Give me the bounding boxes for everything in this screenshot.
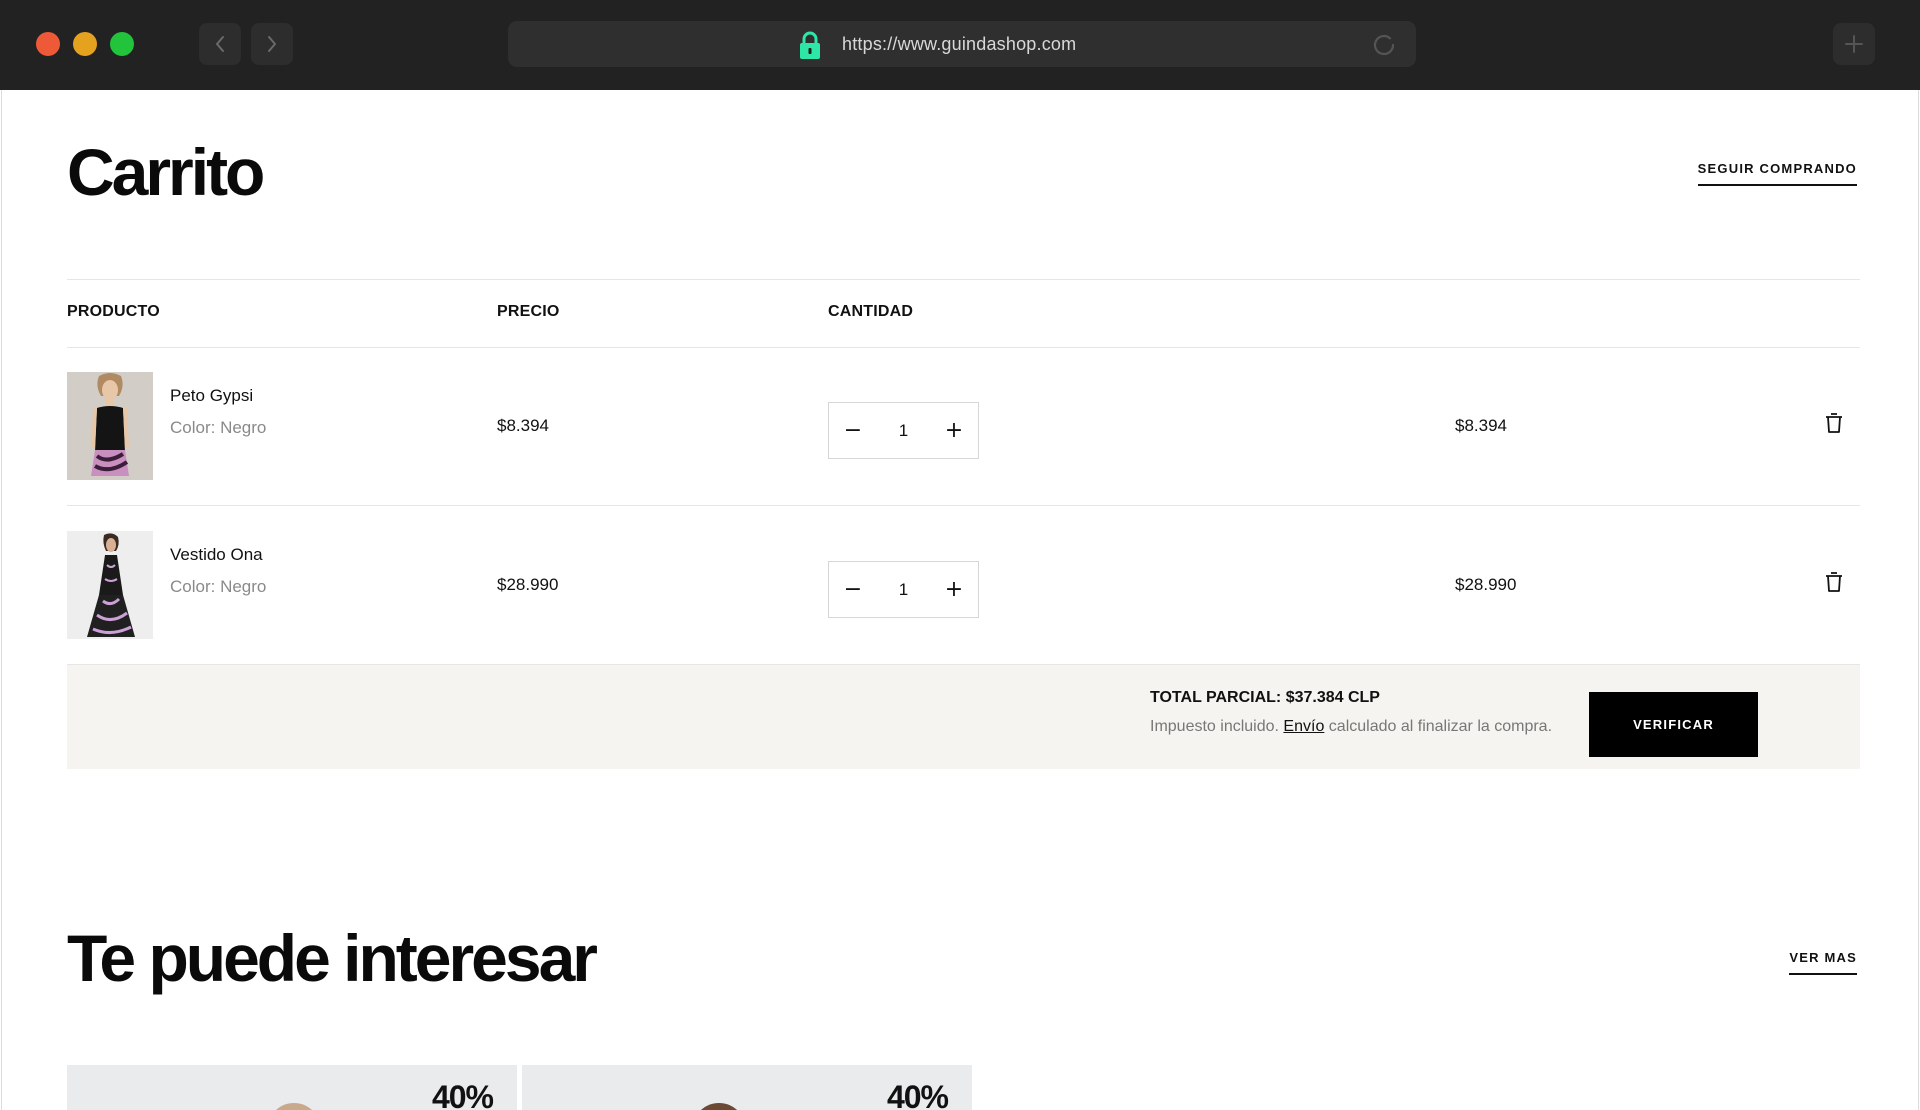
product-image[interactable] (67, 372, 153, 480)
product-image (267, 1103, 321, 1110)
tax-note-suffix: calculado al finalizar la compra. (1328, 718, 1553, 735)
chevron-left-icon (216, 36, 224, 52)
product-name[interactable]: Peto Gypsi (170, 386, 253, 406)
product-name[interactable]: Vestido Ona (170, 545, 263, 565)
cart-summary: TOTAL PARCIAL: $37.384 CLP Impuesto incl… (67, 665, 1860, 769)
close-window-button[interactable] (36, 32, 60, 56)
continue-shopping-link[interactable]: SEGUIR COMPRANDO (1697, 161, 1857, 186)
column-header-quantity: CANTIDAD (828, 303, 914, 320)
trash-icon[interactable] (1825, 412, 1843, 434)
product-price: $28.990 (497, 575, 559, 594)
cart-row: Peto Gypsi Color: Negro $8.394 − 1 + $8.… (67, 348, 1860, 506)
quantity-value[interactable]: 1 (877, 403, 930, 458)
page-title: Carrito (67, 135, 265, 209)
subtotal: TOTAL PARCIAL: $37.384 CLP (1150, 689, 1380, 706)
url-text[interactable]: https://www.guindashop.com (842, 21, 1076, 67)
line-total: $8.394 (1455, 416, 1507, 435)
plus-icon (1845, 35, 1863, 53)
increase-quantity-button[interactable]: + (930, 403, 978, 458)
discount-badge: 40% (886, 1079, 949, 1110)
increase-quantity-button[interactable]: + (930, 562, 978, 617)
line-total: $28.990 (1455, 575, 1517, 594)
quantity-value[interactable]: 1 (877, 562, 930, 617)
tax-note: Impuesto incluido. Envío calculado al fi… (1150, 718, 1552, 736)
reload-icon[interactable] (1370, 31, 1398, 59)
trash-icon[interactable] (1825, 571, 1843, 593)
product-image[interactable] (67, 531, 153, 639)
quantity-stepper: − 1 + (828, 402, 979, 459)
checkout-button[interactable]: VERIFICAR (1589, 692, 1758, 757)
chevron-right-icon (268, 36, 276, 52)
recommendations-title: Te puede interesar (67, 921, 598, 995)
maximize-window-button[interactable] (110, 32, 134, 56)
lock-icon (800, 31, 820, 59)
back-button[interactable] (199, 23, 241, 65)
page-content: Carrito SEGUIR COMPRANDO PRODUCTO PRECIO… (1, 90, 1919, 1110)
browser-toolbar: https://www.guindashop.com (0, 0, 1920, 90)
address-bar[interactable]: https://www.guindashop.com (508, 21, 1416, 67)
divider (67, 279, 1860, 280)
product-color: Color: Negro (170, 418, 267, 437)
decrease-quantity-button[interactable]: − (829, 403, 877, 458)
minimize-window-button[interactable] (73, 32, 97, 56)
product-card[interactable]: 40% (522, 1065, 972, 1110)
column-header-price: PRECIO (497, 303, 560, 320)
quantity-stepper: − 1 + (828, 561, 979, 618)
new-tab-button[interactable] (1833, 23, 1875, 65)
shipping-link[interactable]: Envío (1283, 718, 1324, 735)
see-more-link[interactable]: VER MAS (1789, 950, 1857, 975)
tax-note-prefix: Impuesto incluido. (1150, 718, 1279, 735)
product-card[interactable]: 40% (67, 1065, 517, 1110)
discount-badge: 40% (431, 1079, 494, 1110)
decrease-quantity-button[interactable]: − (829, 562, 877, 617)
product-color: Color: Negro (170, 577, 267, 596)
forward-button[interactable] (251, 23, 293, 65)
product-image (692, 1103, 746, 1110)
cart-row: Vestido Ona Color: Negro $28.990 − 1 + $… (67, 507, 1860, 665)
column-header-product: PRODUCTO (67, 303, 160, 320)
product-price: $8.394 (497, 416, 549, 435)
